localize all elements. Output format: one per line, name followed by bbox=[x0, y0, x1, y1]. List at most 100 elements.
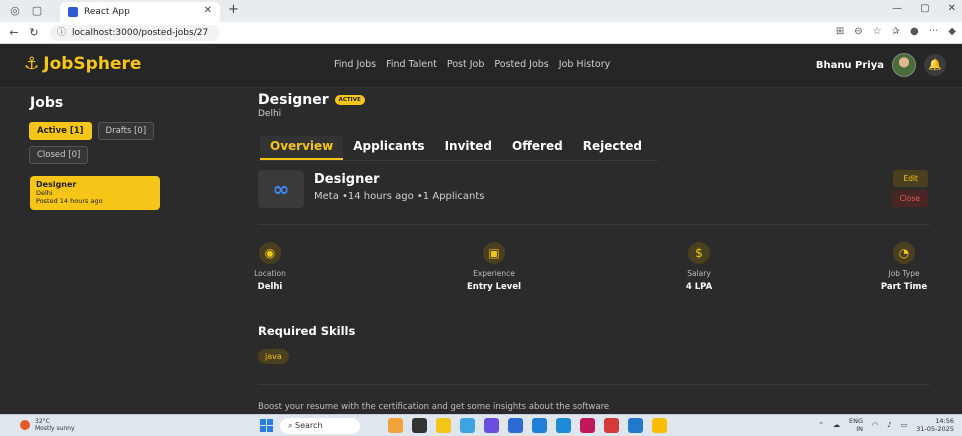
edge-icon[interactable] bbox=[556, 418, 571, 433]
folder-icon[interactable] bbox=[436, 418, 451, 433]
tab-offered[interactable]: Offered bbox=[502, 136, 573, 160]
filter-closed[interactable]: Closed [0] bbox=[29, 146, 89, 164]
chrome-icon[interactable] bbox=[652, 418, 667, 433]
nav-job-history[interactable]: Job History bbox=[559, 59, 610, 70]
wifi-icon[interactable]: ◠ bbox=[872, 421, 878, 429]
time-text: 14:56 bbox=[935, 417, 954, 425]
copilot-icon[interactable]: ◆ bbox=[948, 26, 956, 37]
filter-active[interactable]: Active [1] bbox=[29, 122, 92, 140]
anchor-icon: ⚓ bbox=[24, 54, 40, 74]
weather-desc: Mostly sunny bbox=[35, 425, 75, 432]
favorites-icon[interactable]: ✰ bbox=[892, 26, 900, 37]
nav-find-talent[interactable]: Find Talent bbox=[386, 59, 437, 70]
profile-icon[interactable]: ◎ bbox=[8, 4, 22, 18]
company-job-title: Designer bbox=[314, 172, 380, 187]
nav-post-job[interactable]: Post Job bbox=[447, 59, 485, 70]
temperature: 32°C bbox=[35, 418, 50, 425]
address-bar: ← ↻ ⓘ localhost:3000/posted-jobs/27 ⊞ ⊖ … bbox=[0, 22, 962, 44]
briefcase-icon: ▣ bbox=[483, 242, 505, 264]
stat-label: Location bbox=[254, 269, 286, 278]
restore-icon[interactable]: ▢ bbox=[920, 3, 929, 14]
sidebar-title: Jobs bbox=[30, 95, 64, 111]
zoom-icon[interactable]: ⊖ bbox=[854, 26, 862, 37]
cloud-icon[interactable]: ☁ bbox=[833, 421, 840, 429]
job-card[interactable]: Designer Delhi Posted 14 hours ago bbox=[30, 176, 160, 210]
app-icon[interactable] bbox=[388, 418, 403, 433]
taskbar-apps bbox=[388, 418, 667, 433]
job-tabs: Overview Applicants Invited Offered Reje… bbox=[260, 136, 660, 160]
weather-widget[interactable]: 32°C Mostly sunny bbox=[20, 418, 75, 432]
divider bbox=[258, 384, 930, 385]
window-controls: — ▢ ✕ bbox=[892, 3, 956, 14]
edit-button[interactable]: Edit bbox=[893, 170, 928, 187]
nav-posted-jobs[interactable]: Posted Jobs bbox=[494, 59, 548, 70]
tab-divider bbox=[258, 160, 658, 161]
company-row: ∞ Designer Meta •14 hours ago •1 Applica… bbox=[258, 170, 930, 210]
app-icon[interactable] bbox=[532, 418, 547, 433]
jobs-sidebar: Jobs Active [1] Drafts [0] Closed [0] De… bbox=[20, 92, 170, 210]
stat-label: Job Type bbox=[888, 269, 920, 278]
battery-icon[interactable]: ▭ bbox=[901, 421, 908, 429]
more-icon[interactable]: ··· bbox=[929, 26, 939, 37]
nav-find-jobs[interactable]: Find Jobs bbox=[334, 59, 376, 70]
main-nav: Find Jobs Find Talent Post Job Posted Jo… bbox=[334, 59, 610, 70]
stat-location: ◉ Location Delhi bbox=[230, 242, 310, 292]
job-stats: ◉ Location Delhi ▣ Experience Entry Leve… bbox=[254, 242, 930, 302]
logo[interactable]: ⚓ JobSphere bbox=[24, 54, 141, 74]
skills-title: Required Skills bbox=[258, 324, 356, 338]
stat-value: 4 LPA bbox=[685, 282, 713, 292]
volume-icon[interactable]: ♪ bbox=[887, 421, 891, 429]
app-icon[interactable] bbox=[580, 418, 595, 433]
tab-overview[interactable]: Overview bbox=[260, 136, 344, 160]
react-favicon-icon bbox=[68, 7, 78, 17]
tab-applicants[interactable]: Applicants bbox=[343, 136, 434, 160]
lang-text: ENG bbox=[849, 417, 864, 425]
tab-rejected[interactable]: Rejected bbox=[573, 136, 652, 160]
new-tab-icon[interactable]: + bbox=[228, 2, 239, 17]
screen: ◎ ▢ React App ✕ + — ▢ ✕ ← ↻ ⓘ localhost:… bbox=[0, 0, 962, 436]
bell-icon[interactable]: 🔔 bbox=[924, 54, 946, 76]
tab-actions-icon[interactable]: ▢ bbox=[30, 4, 44, 18]
job-location: Delhi bbox=[258, 109, 282, 119]
language-indicator[interactable]: ENG IN bbox=[849, 417, 863, 433]
skill-chip: java bbox=[258, 349, 289, 364]
browser-profile-icon[interactable]: ● bbox=[910, 26, 919, 37]
minimize-icon[interactable]: — bbox=[892, 3, 902, 14]
url-field[interactable]: ⓘ localhost:3000/posted-jobs/27 bbox=[50, 25, 220, 41]
user-menu[interactable]: Bhanu Priya 🔔 bbox=[816, 53, 946, 77]
weather-text: 32°C Mostly sunny bbox=[35, 418, 75, 432]
url-text: localhost:3000/posted-jobs/27 bbox=[72, 28, 209, 38]
back-icon[interactable]: ← bbox=[8, 26, 20, 39]
close-tab-icon[interactable]: ✕ bbox=[204, 5, 212, 16]
filter-drafts[interactable]: Drafts [0] bbox=[97, 122, 155, 140]
taskbar-search[interactable]: ⌕ Search bbox=[280, 418, 360, 434]
chevron-up-icon[interactable]: ⌃ bbox=[818, 421, 824, 429]
tab-invited[interactable]: Invited bbox=[435, 136, 502, 160]
status-badge: ACTIVE bbox=[334, 95, 365, 105]
divider bbox=[258, 224, 930, 225]
stat-value: Delhi bbox=[257, 282, 283, 292]
app-icon[interactable] bbox=[412, 418, 427, 433]
vscode-icon[interactable] bbox=[628, 418, 643, 433]
browser-tabbar: ◎ ▢ React App ✕ + — ▢ ✕ bbox=[0, 0, 962, 22]
app-header: ⚓ JobSphere Find Jobs Find Talent Post J… bbox=[0, 44, 962, 88]
apps-icon[interactable]: ⊞ bbox=[836, 26, 844, 37]
app-icon[interactable] bbox=[604, 418, 619, 433]
refresh-icon[interactable]: ↻ bbox=[28, 26, 40, 39]
job-title-row: Designer ACTIVE bbox=[258, 92, 930, 108]
browser-tab[interactable]: React App ✕ bbox=[60, 2, 220, 22]
avatar[interactable] bbox=[892, 53, 916, 77]
user-name[interactable]: Bhanu Priya bbox=[816, 60, 884, 71]
favorite-star-icon[interactable]: ☆ bbox=[873, 26, 882, 37]
app-icon[interactable] bbox=[460, 418, 475, 433]
company-meta: Meta •14 hours ago •1 Applicants bbox=[314, 191, 485, 202]
app-icon[interactable] bbox=[484, 418, 499, 433]
windows-start-icon[interactable] bbox=[260, 419, 273, 432]
close-window-icon[interactable]: ✕ bbox=[948, 3, 956, 14]
clock[interactable]: 14:56 31-05-2025 bbox=[916, 417, 954, 433]
meta-logo-icon: ∞ bbox=[258, 170, 304, 208]
close-button[interactable]: Close bbox=[891, 190, 928, 207]
app-icon[interactable] bbox=[508, 418, 523, 433]
stat-label: Experience bbox=[473, 269, 515, 278]
site-info-icon[interactable]: ⓘ bbox=[57, 25, 66, 41]
